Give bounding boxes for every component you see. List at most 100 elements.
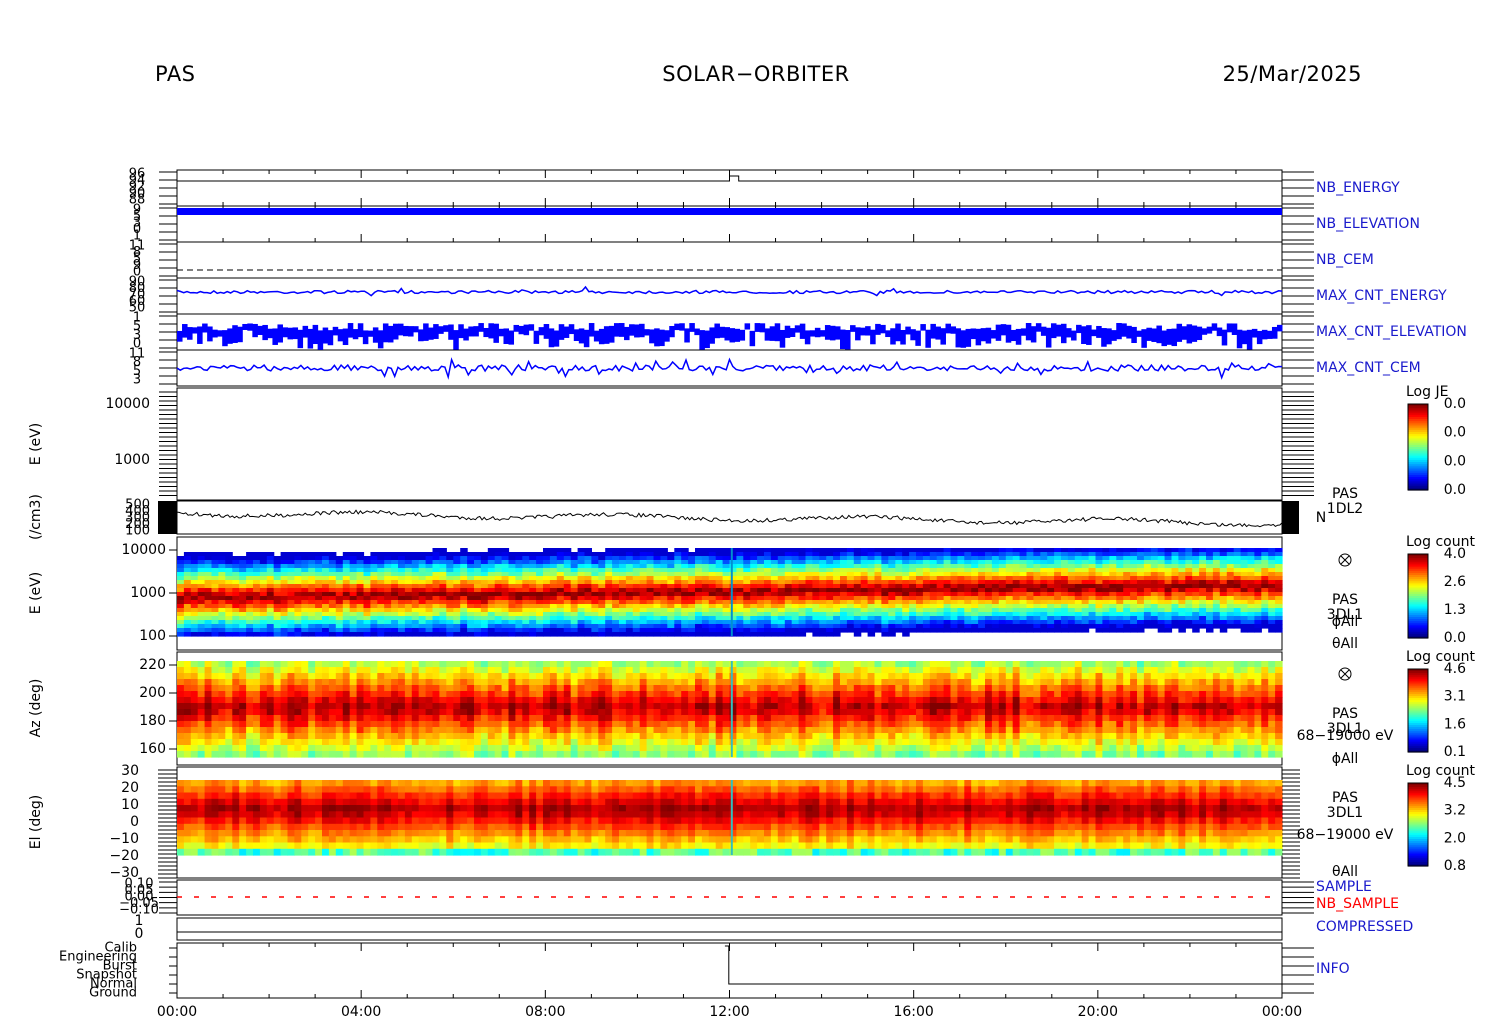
energy-spectrogram-cell (280, 580, 289, 585)
energy-spectrogram-cell (259, 560, 268, 565)
energy-spectrogram-cell (1275, 620, 1283, 625)
azimuth-spectrogram-cell (446, 715, 454, 722)
energy-spectrogram-cell (349, 552, 358, 557)
energy-spectrogram-cell (1157, 556, 1166, 561)
energy-spectrogram-cell (177, 588, 185, 593)
energy-spectrogram-cell (460, 632, 468, 637)
max-cnt-elevation-trace (458, 324, 464, 339)
energy-spectrogram-cell (674, 584, 682, 589)
energy-spectrogram-cell (328, 588, 337, 593)
energy-spectrogram-cell (259, 564, 268, 569)
energy-spectrogram-cell (474, 572, 482, 577)
energy-spectrogram-cell (840, 584, 848, 589)
azimuth-spectrogram-cell (253, 673, 261, 680)
max-cnt-elevation-trace (764, 328, 771, 341)
energy-spectrogram-cell (197, 560, 206, 565)
max-cnt-elevation-trace (1266, 330, 1273, 339)
energy-spectrogram-cell (446, 584, 454, 589)
azimuth-spectrogram-cell (204, 679, 213, 686)
max-cnt-elevation-trace (895, 323, 901, 342)
energy-spectrogram-cell (826, 580, 834, 585)
density-panel-block-right (1282, 501, 1299, 534)
energy-spectrogram-cell (1275, 564, 1283, 569)
azimuth-spectrogram-cell (598, 703, 606, 710)
max-cnt-elevation-trace (488, 323, 494, 339)
azimuth-spectrogram-cell (480, 751, 489, 758)
azimuth-spectrogram-cell (460, 721, 468, 728)
azimuth-spectrogram-cell (398, 721, 406, 728)
energy-spectrogram-cell (1081, 612, 1090, 617)
azimuth-spectrogram-cell (515, 733, 523, 740)
energy-spectrogram-cell (1102, 628, 1110, 633)
azimuth-spectrogram-cell (598, 721, 606, 728)
azimuth-spectrogram-cell (356, 685, 365, 692)
energy-spectrogram-cell (1171, 580, 1179, 585)
energy-spectrogram-cell (750, 556, 758, 561)
azimuth-spectrogram-cell (425, 721, 434, 728)
energy-spectrogram-cell (660, 604, 668, 609)
energy-spectrogram-cell (701, 612, 710, 617)
energy-spectrogram-cell (287, 592, 295, 597)
energy-spectrogram-cell (784, 620, 793, 625)
energy-spectrogram-cell (625, 604, 634, 609)
azimuth-spectrogram-cell (598, 727, 606, 734)
azimuth-spectrogram-cell (377, 697, 385, 704)
energy-spectrogram-cell (1137, 564, 1145, 569)
azimuth-spectrogram-cell (501, 751, 510, 758)
energy-spectrogram-cell (1054, 592, 1062, 597)
energy-spectrogram-cell (688, 620, 696, 625)
energy-spectrogram-cell (681, 624, 689, 629)
energy-spectrogram-cell (1019, 568, 1028, 573)
energy-spectrogram-cell (1005, 600, 1014, 605)
energy-spectrogram-cell (833, 628, 841, 633)
azimuth-spectrogram-cell (301, 745, 309, 752)
azimuth-spectrogram-cell (480, 667, 489, 674)
energy-spectrogram-cell (218, 584, 226, 589)
energy-spectrogram-cell (322, 600, 330, 605)
azimuth-spectrogram-cell (232, 727, 240, 734)
energy-spectrogram-cell (729, 580, 737, 585)
azimuth-spectrogram-cell (204, 751, 213, 758)
energy-spectrogram-cell (1081, 600, 1090, 605)
energy-spectrogram-cell (812, 572, 820, 577)
energy-spectrogram-cell (881, 608, 889, 613)
energy-spectrogram-cell (867, 588, 876, 593)
energy-spectrogram-cell (1199, 564, 1207, 569)
energy-spectrogram-cell (964, 588, 972, 593)
energy-spectrogram-cell (474, 564, 482, 569)
azimuth-spectrogram-cell (253, 745, 261, 752)
energy-spectrogram-cell (1219, 616, 1228, 621)
energy-spectrogram-cell (1164, 592, 1173, 597)
energy-spectrogram-cell (888, 596, 896, 601)
energy-spectrogram-cell (328, 580, 337, 585)
azimuth-spectrogram-cell (266, 673, 275, 680)
azimuth-spectrogram-cell (315, 727, 323, 734)
energy-spectrogram-cell (598, 560, 606, 565)
energy-spectrogram-cell (246, 572, 254, 577)
energy-spectrogram-cell (1275, 624, 1283, 629)
energy-spectrogram-cell (902, 608, 910, 613)
max-cnt-elevation-trace (212, 329, 218, 338)
energy-spectrogram-cell (688, 584, 696, 589)
azimuth-spectrogram-cell (529, 673, 537, 680)
azimuth-spectrogram-cell (391, 721, 399, 728)
azimuth-spectrogram-cell (446, 673, 454, 680)
energy-spectrogram-cell (508, 596, 516, 601)
energy-spectrogram-cell (384, 588, 392, 593)
energy-spectrogram-cell (743, 564, 751, 569)
max-cnt-elevation-trace (840, 329, 846, 350)
max-cnt-elevation-trace (382, 323, 389, 343)
energy-spectrogram-cell (391, 568, 399, 573)
azimuth-spectrogram-cell (418, 661, 427, 668)
energy-spectrogram-cell (356, 556, 365, 561)
energy-spectrogram-cell (1261, 572, 1269, 577)
energy-spectrogram-cell (985, 576, 993, 581)
energy-spectrogram-cell (833, 576, 841, 581)
energy-spectrogram-cell (384, 564, 392, 569)
azimuth-spectrogram-cell (266, 727, 275, 734)
max-cnt-elevation-trace (689, 323, 695, 332)
energy-spectrogram-cell (280, 604, 289, 609)
azimuth-spectrogram-cell (322, 709, 330, 716)
energy-spectrogram-cell (971, 564, 979, 569)
energy-spectrogram-cell (363, 588, 371, 593)
